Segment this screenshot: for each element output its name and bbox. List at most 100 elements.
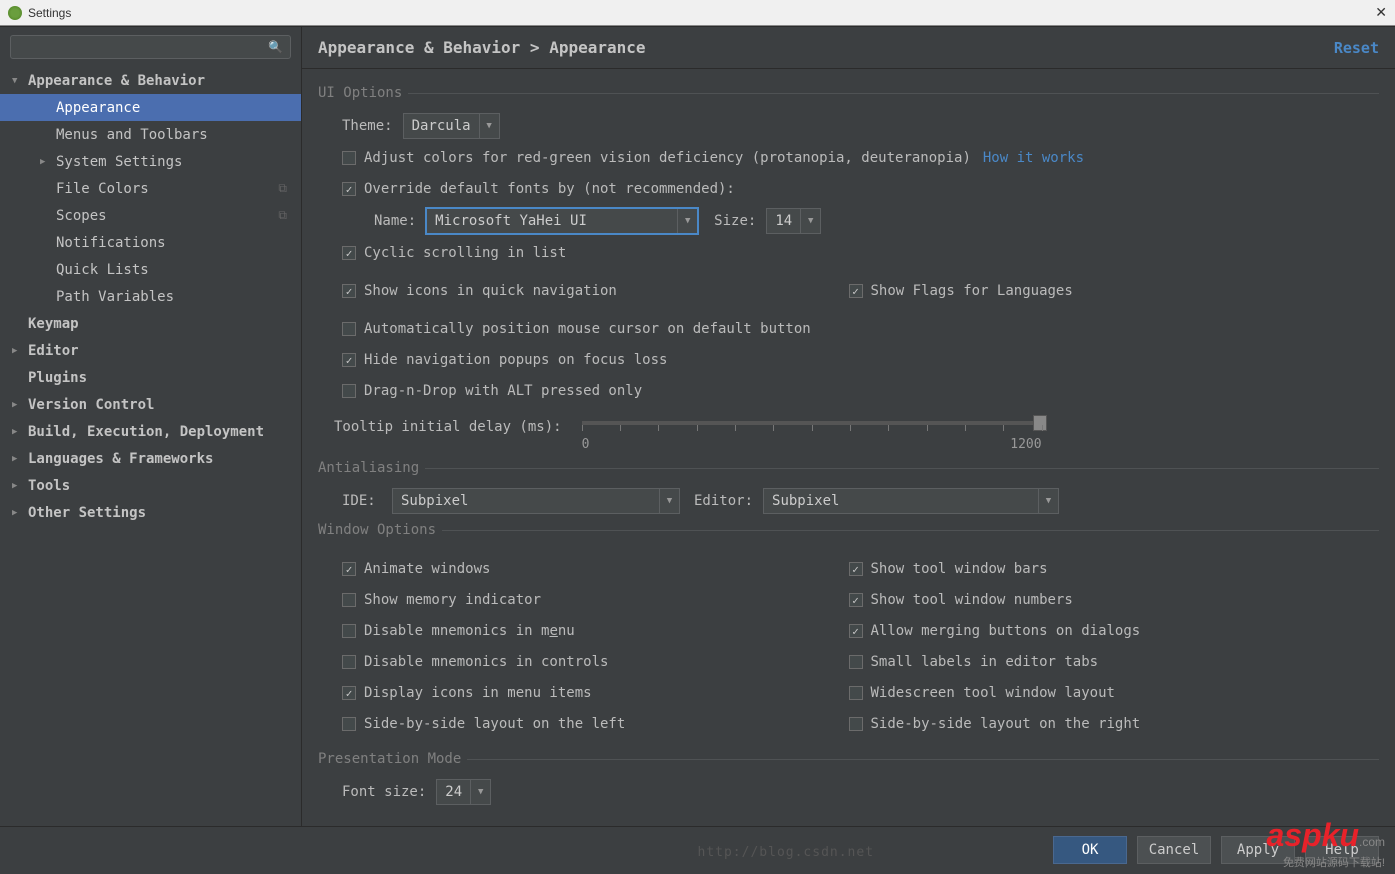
search-input[interactable] (10, 35, 291, 59)
cyclic-scroll-checkbox[interactable] (342, 246, 356, 260)
tree-item-keymap[interactable]: Keymap (0, 310, 301, 337)
section-window-options: Window Options (318, 522, 1379, 538)
tree-item-version-control[interactable]: ▶Version Control (0, 391, 301, 418)
copy-icon: ⧉ (278, 181, 287, 196)
disable-mnemonics-menu-checkbox[interactable] (342, 624, 356, 638)
tree-item-editor[interactable]: ▶Editor (0, 337, 301, 364)
tree-item-label: Scopes (56, 208, 107, 224)
titlebar: Settings ✕ (0, 0, 1395, 26)
theme-select[interactable]: Darcula ▼ (403, 113, 500, 139)
search-icon: 🔍 (268, 40, 283, 54)
breadcrumb-path: Appearance & Behavior > Appearance (318, 38, 646, 57)
tree-item-scopes[interactable]: Scopes ⧉ (0, 202, 301, 229)
tree-item-label: Appearance & Behavior (28, 73, 205, 89)
override-fonts-label: Override default fonts by (not recommend… (364, 181, 735, 197)
side-by-side-left-checkbox[interactable] (342, 717, 356, 731)
aa-ide-select[interactable]: Subpixel ▼ (392, 488, 680, 514)
tree-item-path-variables[interactable]: Path Variables (0, 283, 301, 310)
widescreen-label: Widescreen tool window layout (871, 685, 1115, 701)
tree-item-quick-lists[interactable]: Quick Lists (0, 256, 301, 283)
background-url-text: http://blog.csdn.net (698, 845, 875, 860)
tree-item-label: Other Settings (28, 505, 146, 521)
side-by-side-right-checkbox[interactable] (849, 717, 863, 731)
show-tool-numbers-checkbox[interactable] (849, 593, 863, 607)
tree-item-build-execution-deployment[interactable]: ▶Build, Execution, Deployment (0, 418, 301, 445)
presentation-font-size-select[interactable]: 24 ▼ (436, 779, 491, 805)
tree-item-menus-and-toolbars[interactable]: Menus and Toolbars (0, 121, 301, 148)
chevron-down-icon: ▼ (470, 780, 490, 804)
disable-mnemonics-controls-label: Disable mnemonics in controls (364, 654, 608, 670)
close-icon[interactable]: ✕ (1375, 4, 1387, 21)
chevron-right-icon: ▶ (12, 400, 26, 410)
tree-item-label: Quick Lists (56, 262, 149, 278)
section-antialiasing: Antialiasing (318, 460, 1379, 476)
show-tool-bars-checkbox[interactable] (849, 562, 863, 576)
tree-item-label: Plugins (28, 370, 87, 386)
tree-item-languages-frameworks[interactable]: ▶Languages & Frameworks (0, 445, 301, 472)
font-size-label: Size: (714, 213, 756, 229)
presentation-font-size-label: Font size: (342, 784, 426, 800)
display-icons-menu-label: Display icons in menu items (364, 685, 592, 701)
adjust-colors-label: Adjust colors for red-green vision defic… (364, 150, 971, 166)
window-title: Settings (28, 6, 71, 20)
tree-item-appearance-behavior[interactable]: ▼Appearance & Behavior (0, 67, 301, 94)
tooltip-delay-slider[interactable]: 0 1200 (582, 415, 1042, 452)
tooltip-min: 0 (582, 437, 590, 452)
show-memory-label: Show memory indicator (364, 592, 541, 608)
auto-mouse-checkbox[interactable] (342, 322, 356, 336)
show-icons-quicknav-checkbox[interactable] (342, 284, 356, 298)
theme-label: Theme: (342, 118, 393, 134)
tree-item-label: Editor (28, 343, 79, 359)
aa-editor-label: Editor: (694, 493, 753, 509)
allow-merging-checkbox[interactable] (849, 624, 863, 638)
side-by-side-right-label: Side-by-side layout on the right (871, 716, 1141, 732)
tree-item-label: File Colors (56, 181, 149, 197)
reset-link[interactable]: Reset (1334, 39, 1379, 57)
chevron-right-icon: ▶ (12, 346, 26, 356)
tree-item-label: Tools (28, 478, 70, 494)
display-icons-menu-checkbox[interactable] (342, 686, 356, 700)
tree-item-plugins[interactable]: Plugins (0, 364, 301, 391)
side-by-side-left-label: Side-by-side layout on the left (364, 716, 625, 732)
tree-item-appearance[interactable]: Appearance (0, 94, 301, 121)
copy-icon: ⧉ (278, 208, 287, 223)
tree-item-other-settings[interactable]: ▶Other Settings (0, 499, 301, 526)
tree-item-label: Appearance (56, 100, 140, 116)
tree-item-label: Version Control (28, 397, 154, 413)
hide-popups-checkbox[interactable] (342, 353, 356, 367)
override-fonts-checkbox[interactable] (342, 182, 356, 196)
chevron-right-icon: ▶ (12, 454, 26, 464)
cancel-button[interactable]: Cancel (1137, 836, 1211, 864)
tree-item-label: Path Variables (56, 289, 174, 305)
show-icons-quicknav-label: Show icons in quick navigation (364, 283, 617, 299)
disable-mnemonics-controls-checkbox[interactable] (342, 655, 356, 669)
tree-item-label: Notifications (56, 235, 166, 251)
chevron-down-icon: ▼ (677, 209, 697, 233)
adjust-colors-checkbox[interactable] (342, 151, 356, 165)
animate-windows-checkbox[interactable] (342, 562, 356, 576)
small-labels-checkbox[interactable] (849, 655, 863, 669)
auto-mouse-label: Automatically position mouse cursor on d… (364, 321, 811, 337)
show-flags-checkbox[interactable] (849, 284, 863, 298)
help-button[interactable]: Help (1305, 836, 1379, 864)
disable-mnemonics-menu-label: Disable mnemonics in menu (364, 623, 575, 639)
tree-item-notifications[interactable]: Notifications (0, 229, 301, 256)
font-size-select[interactable]: 14 ▼ (766, 208, 821, 234)
drag-alt-checkbox[interactable] (342, 384, 356, 398)
tree-item-system-settings[interactable]: ▶System Settings (0, 148, 301, 175)
show-memory-checkbox[interactable] (342, 593, 356, 607)
tree-item-file-colors[interactable]: File Colors ⧉ (0, 175, 301, 202)
ok-button[interactable]: OK (1053, 836, 1127, 864)
animate-windows-label: Animate windows (364, 561, 490, 577)
tree-item-tools[interactable]: ▶Tools (0, 472, 301, 499)
apply-button[interactable]: Apply (1221, 836, 1295, 864)
how-it-works-link[interactable]: How it works (983, 150, 1084, 166)
widescreen-checkbox[interactable] (849, 686, 863, 700)
chevron-right-icon: ▶ (12, 508, 26, 518)
chevron-down-icon: ▼ (800, 209, 820, 233)
chevron-right-icon: ▶ (40, 157, 54, 167)
font-name-select[interactable]: Microsoft YaHei UI ▼ (426, 208, 698, 234)
allow-merging-label: Allow merging buttons on dialogs (871, 623, 1141, 639)
settings-tree: ▼Appearance & Behavior Appearance Menus an… (0, 63, 301, 826)
aa-editor-select[interactable]: Subpixel ▼ (763, 488, 1059, 514)
